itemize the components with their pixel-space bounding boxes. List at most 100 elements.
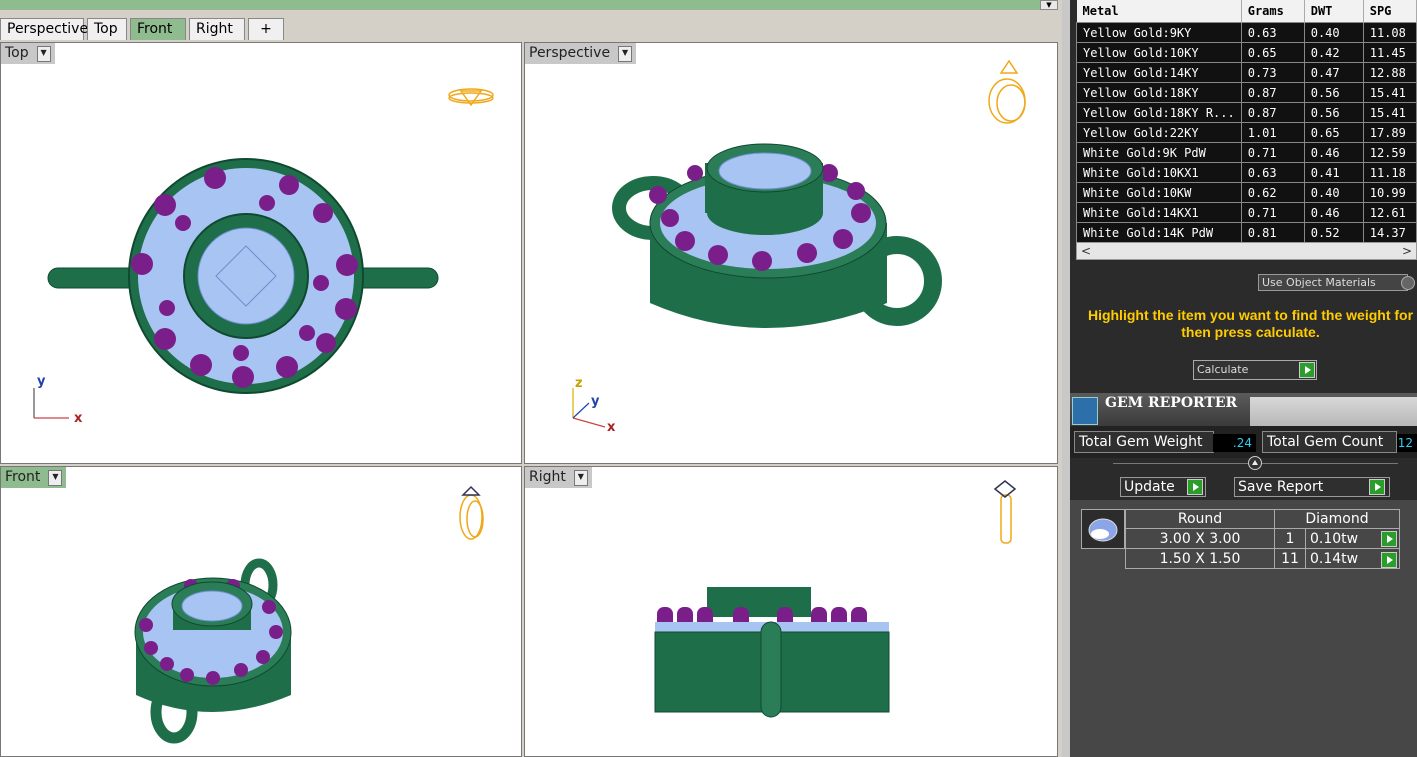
gem-reporter-header: GEM REPORTER	[1070, 393, 1417, 426]
chevron-down-icon[interactable]: ▼	[618, 45, 633, 62]
ring-icon	[448, 88, 494, 107]
svg-text:y: y	[37, 374, 46, 389]
metal-name: Yellow Gold:14KY	[1076, 62, 1242, 83]
scroll-left-icon[interactable]: <	[1077, 243, 1095, 259]
metal-row[interactable]: Yellow Gold:14KY 0.73 0.47 12.88	[1076, 62, 1417, 83]
tab-perspective[interactable]: Perspective	[0, 18, 88, 40]
metal-spg: 12.59	[1362, 142, 1417, 163]
viewport-front[interactable]: Front ▼	[0, 466, 522, 757]
total-gem-count-value: 12	[1397, 434, 1417, 452]
metal-dwt: 0.56	[1303, 82, 1364, 103]
metal-weight-table: Metal Grams DWT SPG Yellow Gold:9KY 0.63 0…	[1076, 0, 1417, 243]
column-header-grams[interactable]: Grams	[1241, 0, 1305, 23]
scroll-right-icon[interactable]: >	[1398, 243, 1416, 259]
ring-icon	[988, 59, 1026, 124]
metal-row[interactable]: White Gold:10KX1 0.63 0.41 11.18	[1076, 162, 1417, 183]
metal-name: Yellow Gold:22KY	[1076, 122, 1242, 143]
metal-name: White Gold:14KX1	[1076, 202, 1242, 223]
metal-row[interactable]: White Gold:9K PdW 0.71 0.46 12.59	[1076, 142, 1417, 163]
metal-spg: 15.41	[1362, 102, 1417, 123]
perspective-view-model: z y x	[572, 59, 1026, 435]
column-header-dwt[interactable]: DWT	[1304, 0, 1364, 23]
metal-name: Yellow Gold:18KY	[1076, 82, 1242, 103]
metal-row[interactable]: Yellow Gold:22KY 1.01 0.65 17.89	[1076, 122, 1417, 143]
metal-grams: 0.65	[1240, 42, 1305, 63]
gem-size: 1.50 X 1.50	[1125, 548, 1275, 569]
metal-spg: 12.61	[1362, 202, 1417, 223]
round-stone-icon[interactable]	[1081, 509, 1125, 549]
save-report-go-icon[interactable]	[1369, 479, 1385, 495]
column-header-spg[interactable]: SPG	[1363, 0, 1417, 23]
total-gem-weight-value: .24	[1213, 434, 1256, 452]
top-view-model: y x	[33, 88, 494, 426]
ring-icon	[993, 480, 1017, 544]
metal-spg: 12.88	[1362, 62, 1417, 83]
chevron-down-icon[interactable]: ▼	[36, 45, 51, 62]
metal-dwt: 0.46	[1303, 142, 1364, 163]
viewport-top[interactable]: y x Top ▼	[0, 42, 522, 464]
viewport-right[interactable]: Right ▼	[524, 466, 1058, 757]
gem-row-go-icon[interactable]	[1381, 552, 1397, 568]
metal-dwt: 0.40	[1303, 22, 1364, 43]
viewport-perspective[interactable]: z y x Perspective ▼	[524, 42, 1058, 464]
horizontal-scrollbar[interactable]: < >	[1076, 242, 1417, 260]
calculate-go-icon[interactable]	[1299, 362, 1315, 378]
tab-front[interactable]: Front	[130, 18, 186, 40]
metal-dwt: 0.47	[1303, 62, 1364, 83]
gem-count: 1	[1274, 528, 1306, 549]
svg-text:z: z	[575, 376, 583, 391]
viewport-label-front[interactable]: Front ▼	[1, 467, 67, 488]
metal-grams: 0.87	[1240, 82, 1305, 103]
gem-shape-header: Round	[1125, 509, 1275, 529]
metal-spg: 11.18	[1362, 162, 1417, 183]
metal-dwt: 0.42	[1303, 42, 1364, 63]
metal-grams: 0.71	[1240, 202, 1305, 223]
metal-row[interactable]: Yellow Gold:18KY 0.87 0.56 15.41	[1076, 82, 1417, 103]
metal-name: White Gold:9K PdW	[1076, 142, 1242, 163]
collapse-toggle-icon[interactable]	[1248, 456, 1262, 470]
viewport-label-perspective[interactable]: Perspective ▼	[525, 43, 637, 64]
metal-spg: 15.41	[1362, 82, 1417, 103]
gem-row[interactable]: 3.00 X 3.00 1 0.10tw	[1125, 528, 1400, 549]
metal-name: White Gold:10KX1	[1076, 162, 1242, 183]
metal-row[interactable]: White Gold:10KW 0.62 0.40 10.99	[1076, 182, 1417, 203]
gem-reporter-tab[interactable]	[1250, 397, 1417, 426]
metal-dwt: 0.40	[1303, 182, 1364, 203]
gem-row-go-icon[interactable]	[1381, 531, 1397, 547]
save-report-button[interactable]: Save Report	[1234, 477, 1390, 497]
tab-right[interactable]: Right	[189, 18, 245, 40]
svg-text:x: x	[74, 411, 83, 426]
metal-dwt: 0.52	[1303, 222, 1364, 243]
chevron-down-icon[interactable]: ▼	[1040, 0, 1058, 10]
metal-row[interactable]: Yellow Gold:10KY 0.65 0.42 11.45	[1076, 42, 1417, 63]
use-object-materials-toggle[interactable]	[1401, 276, 1415, 290]
metal-grams: 1.01	[1240, 122, 1305, 143]
chevron-down-icon[interactable]: ▼	[573, 469, 588, 486]
metal-row[interactable]: White Gold:14K PdW 0.81 0.52 14.37	[1076, 222, 1417, 243]
gem-count: 11	[1274, 548, 1306, 569]
add-tab-icon[interactable]: +	[248, 18, 284, 40]
metal-grams: 0.87	[1240, 102, 1305, 123]
metal-row[interactable]: Yellow Gold:9KY 0.63 0.40 11.08	[1076, 22, 1417, 43]
tab-top[interactable]: Top	[87, 18, 127, 40]
metal-spg: 17.89	[1362, 122, 1417, 143]
panel-splitter[interactable]	[1062, 0, 1070, 757]
metal-grams: 0.63	[1240, 22, 1305, 43]
instruction-text: Highlight the item you want to find the …	[1087, 307, 1414, 340]
gem-reporter-title: GEM REPORTER	[1105, 395, 1238, 411]
gem-row[interactable]: 1.50 X 1.50 11 0.14tw	[1125, 548, 1400, 569]
column-header-metal[interactable]: Metal	[1076, 0, 1242, 23]
metal-dwt: 0.46	[1303, 202, 1364, 223]
viewport-label-right[interactable]: Right ▼	[525, 467, 592, 488]
svg-text:x: x	[607, 420, 616, 435]
metal-row[interactable]: White Gold:14KX1 0.71 0.46 12.61	[1076, 202, 1417, 223]
chevron-down-icon[interactable]: ▼	[48, 469, 63, 486]
gem-totals: Total Gem Weight .24 Total Gem Count 12	[1070, 426, 1417, 458]
metal-spg: 11.45	[1362, 42, 1417, 63]
viewport-label-top[interactable]: Top ▼	[1, 43, 55, 64]
metal-grams: 0.63	[1240, 162, 1305, 183]
update-go-icon[interactable]	[1187, 479, 1203, 495]
use-object-materials-option[interactable]: Use Object Materials	[1258, 274, 1415, 291]
total-gem-weight-label: Total Gem Weight	[1074, 431, 1214, 453]
metal-row[interactable]: Yellow Gold:18KY R... 0.87 0.56 15.41	[1076, 102, 1417, 123]
